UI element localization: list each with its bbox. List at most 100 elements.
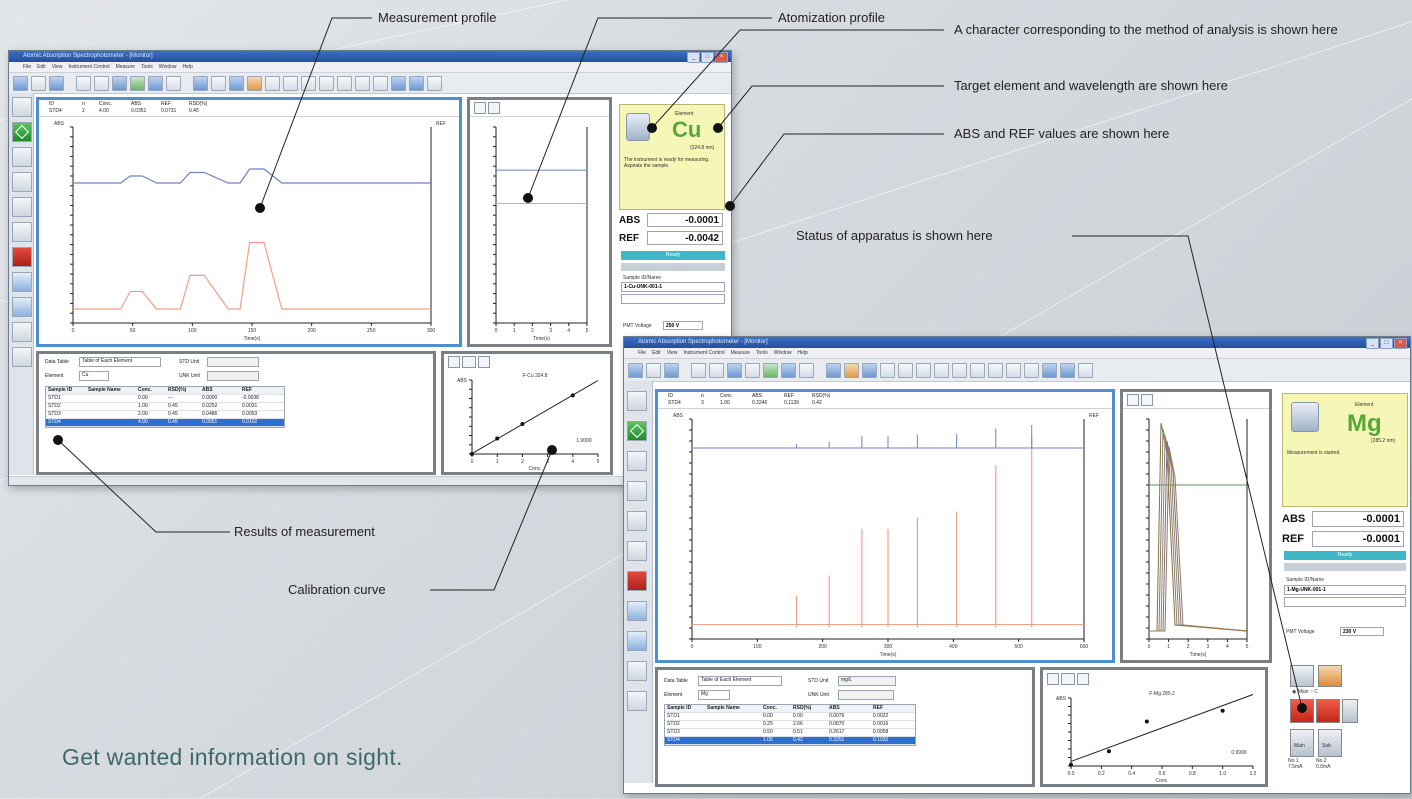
recalc-icon[interactable] [988,362,1003,378]
layout-icon[interactable] [193,75,208,91]
window-title-bar[interactable]: Atomic Absorption Spectrophotometer - [M… [624,337,1410,349]
diagnosis-icon[interactable] [12,347,32,367]
end-icon[interactable] [627,571,647,591]
diagnosis-icon[interactable] [627,691,647,711]
menu-file[interactable]: File [23,62,31,72]
table-row[interactable]: STD3 0.50 0.51 0.2617 0.0058 [665,729,915,737]
lamp-icon[interactable] [265,75,280,91]
end-icon[interactable] [12,247,32,267]
monitor-icon[interactable] [1042,362,1057,378]
flame-icon[interactable] [844,362,859,378]
blank-icon[interactable] [12,197,32,217]
chart-icon[interactable] [727,362,742,378]
method-icon[interactable] [627,631,647,651]
window-title-bar[interactable]: Atomic Absorption Spectrophotometer - [M… [9,51,731,63]
table-row[interactable]: STD3 2.00 0.45 0.0486 0.0053 [46,411,284,419]
table-row[interactable]: STD1 0.00 0.00 0.0076 0.0022 [665,713,915,721]
connect-icon[interactable] [12,97,32,117]
save-icon[interactable] [664,362,679,378]
minimize-button[interactable]: _ [1366,338,1379,349]
print-icon[interactable] [76,75,91,91]
report-icon[interactable] [229,75,244,91]
filter-icon[interactable] [355,75,370,91]
gas-status-button[interactable] [1342,699,1358,723]
menu-edit[interactable]: Edit [37,62,46,72]
window-icon[interactable] [211,75,226,91]
flame-status-button[interactable] [1290,699,1314,723]
sort-icon[interactable] [952,362,967,378]
atom-zoom-icon[interactable] [1127,394,1139,406]
preview-icon[interactable] [709,362,724,378]
open-icon[interactable] [31,75,46,91]
connect-icon[interactable] [627,391,647,411]
menu-help[interactable]: Help [183,62,193,72]
recalc-icon[interactable] [373,75,388,91]
cal-equation-icon[interactable] [1061,673,1075,685]
recalibrate-icon[interactable] [627,481,647,501]
chart-icon[interactable] [112,75,127,91]
menu-window[interactable]: Window [159,62,177,72]
table-icon[interactable] [166,75,181,91]
menu-instrument-control[interactable]: Instrument Control [68,62,109,72]
table-row-selected[interactable]: STD4 4.00 0.45 0.0951 0.0102 [46,419,284,427]
display-icon[interactable] [1060,362,1075,378]
preview-icon[interactable] [94,75,109,91]
graph-icon[interactable] [130,75,145,91]
std-unit-field[interactable] [207,357,259,367]
lamp-icon[interactable] [880,362,895,378]
menu-measure[interactable]: Measure [731,348,750,358]
recalibrate-icon[interactable] [12,172,32,192]
close-button[interactable]: × [715,52,728,63]
grid-icon[interactable] [148,75,163,91]
cal-overlay-icon[interactable] [478,356,490,368]
display-icon[interactable] [409,75,424,91]
sort-icon[interactable] [337,75,352,91]
check-icon[interactable] [916,362,931,378]
table-row-selected[interactable]: STD4 1.00 0.42 0.3251 0.1032 [665,737,915,745]
blank-icon[interactable] [627,511,647,531]
method-icon[interactable] [12,297,32,317]
std-unit-field[interactable]: mg/L [838,676,896,686]
data-table-select[interactable]: Table of Each Element [79,357,161,367]
monitoring-icon[interactable] [627,601,647,621]
layout-icon[interactable] [826,362,841,378]
menu-file[interactable]: File [638,348,646,358]
open-icon[interactable] [646,362,661,378]
new-icon[interactable] [13,75,28,91]
table-row[interactable]: STD1 0.00 --- 0.0000 -0.0038 [46,395,284,403]
menu-help[interactable]: Help [798,348,808,358]
maximize-button[interactable]: □ [1380,338,1393,349]
append-icon[interactable] [12,222,32,242]
cal-zoom-icon[interactable] [448,356,460,368]
append-icon[interactable] [627,541,647,561]
table-row[interactable]: STD2 0.25 2.66 0.0870 0.0016 [665,721,915,729]
export-icon[interactable] [1006,362,1021,378]
unk-unit-field[interactable] [838,690,894,700]
flow-control-button[interactable] [1290,665,1314,687]
data-table-select[interactable]: Table of Each Element [698,676,782,686]
import-icon[interactable] [1024,362,1039,378]
save-icon[interactable] [49,75,64,91]
monitor-icon[interactable] [391,75,406,91]
table-row[interactable]: STD2 1.00 0.45 0.0252 0.0031 [46,403,284,411]
unk-unit-field[interactable] [207,371,259,381]
table-icon[interactable] [799,362,814,378]
atom-zoom-icon[interactable] [474,102,486,114]
filter-icon[interactable] [970,362,985,378]
element-select[interactable]: Mg [698,690,730,700]
cal-zoom-icon[interactable] [1047,673,1059,685]
menu-measure[interactable]: Measure [116,62,135,72]
monitoring-icon[interactable] [12,272,32,292]
menu-instrument-control[interactable]: Instrument Control [683,348,724,358]
element-select[interactable]: Cu [79,371,109,381]
zoom-icon[interactable] [745,362,760,378]
autozero-icon[interactable] [12,147,32,167]
cal-equation-icon[interactable] [462,356,476,368]
new-icon[interactable] [628,362,643,378]
result-icon[interactable] [934,362,949,378]
report-icon[interactable] [862,362,877,378]
menu-tools[interactable]: Tools [141,62,153,72]
menu-view[interactable]: View [52,62,63,72]
sample-icon[interactable] [898,362,913,378]
data-icon[interactable] [627,661,647,681]
